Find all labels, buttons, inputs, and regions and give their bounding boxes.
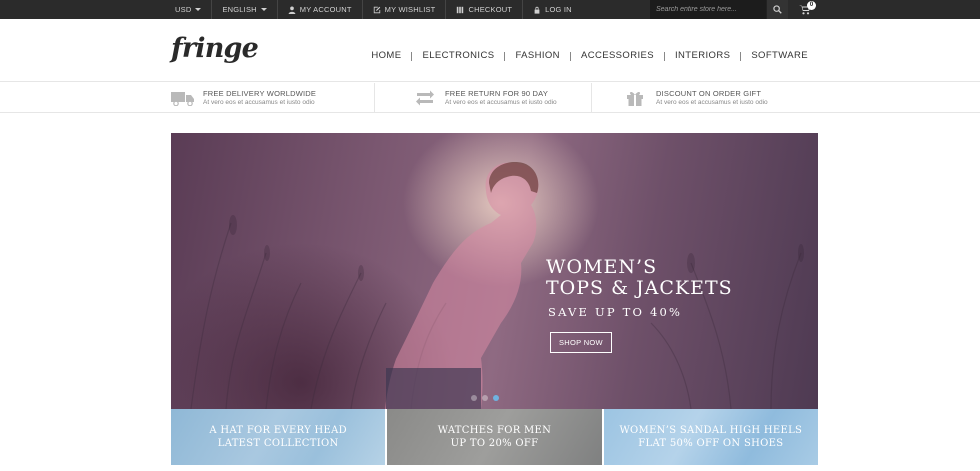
feature-subtitle: At vero eos et accusamus et iusto odio (445, 99, 557, 106)
top-bar-inner: USD ENGLISH MY ACCOUNT MY WISHLIST CHECK… (171, 0, 818, 19)
site-logo[interactable]: fringe (171, 35, 259, 62)
promo-subtitle: UP TO 20% OFF (450, 438, 539, 449)
hero-title-line1: WOMEN’S (546, 256, 658, 278)
feature-divider (374, 83, 375, 113)
feature-discount-gift: DISCOUNT ON ORDER GIFT At vero eos et ac… (624, 83, 768, 113)
search-icon (773, 5, 782, 14)
slider-dot[interactable] (471, 395, 477, 401)
hero-title-line2: TOPS & JACKETS (546, 277, 733, 299)
feature-divider (591, 83, 592, 113)
nav-electronics[interactable]: ELECTRONICS (412, 50, 504, 62)
truck-icon (171, 92, 194, 106)
my-account-link[interactable]: MY ACCOUNT (278, 0, 363, 19)
feature-title: FREE RETURN FOR 90 DAY (445, 89, 549, 98)
features-strip: FREE DELIVERY WORLDWIDE At vero eos et a… (0, 83, 980, 113)
feature-text: FREE RETURN FOR 90 DAY At vero eos et ac… (445, 89, 557, 107)
my-wishlist-label: MY WISHLIST (384, 5, 436, 14)
user-icon (288, 6, 296, 14)
nav-software[interactable]: SOFTWARE (741, 50, 808, 62)
promo-subtitle: LATEST COLLECTION (217, 438, 339, 449)
cart-count-badge: 0 (807, 1, 816, 10)
gift-icon (627, 91, 643, 106)
lock-icon (534, 6, 540, 14)
language-selector[interactable]: ENGLISH (212, 0, 278, 19)
top-bar: USD ENGLISH MY ACCOUNT MY WISHLIST CHECK… (0, 0, 980, 19)
promo-banner-hats[interactable]: A HAT FOR EVERY HEAD LATEST COLLECTION (171, 409, 386, 465)
hero-caption: WOMEN’S TOPS & JACKETS SAVE UP TO 40% SH… (546, 257, 733, 353)
feature-subtitle: At vero eos et accusamus et iusto odio (656, 99, 768, 106)
my-account-label: MY ACCOUNT (299, 5, 352, 14)
return-icon (416, 90, 434, 106)
nav-interiors[interactable]: INTERIORS (665, 50, 740, 62)
login-link[interactable]: LOG IN (523, 0, 582, 19)
search-box (650, 0, 788, 19)
feature-subtitle: At vero eos et accusamus et iusto odio (203, 99, 315, 106)
promo-title: A HAT FOR EVERY HEAD (209, 425, 347, 436)
promo-title: WATCHES FOR MEN (437, 425, 552, 436)
language-label: ENGLISH (222, 5, 257, 14)
chevron-down-icon (195, 8, 202, 11)
site-header: fringe HOME ELECTRONICS FASHION ACCESSOR… (0, 19, 980, 82)
cart-button[interactable]: 0 (791, 0, 818, 19)
search-button[interactable] (766, 0, 788, 19)
edit-icon (373, 6, 380, 13)
my-wishlist-link[interactable]: MY WISHLIST (363, 0, 447, 19)
nav-fashion[interactable]: FASHION (505, 50, 570, 62)
feature-text: DISCOUNT ON ORDER GIFT At vero eos et ac… (656, 89, 768, 107)
feature-title: DISCOUNT ON ORDER GIFT (656, 89, 762, 98)
promo-title: WOMEN’S SANDAL HIGH HEELS (619, 425, 803, 436)
promo-subtitle: FLAT 50% OFF ON SHOES (638, 438, 784, 449)
currency-label: USD (175, 5, 192, 14)
slider-pagination (471, 395, 499, 401)
feature-free-delivery: FREE DELIVERY WORLDWIDE At vero eos et a… (171, 83, 316, 113)
main-nav: HOME ELECTRONICS FASHION ACCESSORIES INT… (361, 50, 808, 62)
chevron-down-icon (260, 8, 267, 11)
slider-dot[interactable] (482, 395, 488, 401)
nav-home[interactable]: HOME (361, 50, 411, 62)
promo-banner-watches[interactable]: WATCHES FOR MEN UP TO 20% OFF (387, 409, 602, 465)
promo-banner-sandals[interactable]: WOMEN’S SANDAL HIGH HEELS FLAT 50% OFF O… (603, 409, 818, 465)
shop-now-button[interactable]: SHOP NOW (550, 332, 612, 353)
checkout-label: CHECKOUT (468, 5, 513, 14)
search-input[interactable] (650, 0, 766, 19)
promo-banners: A HAT FOR EVERY HEAD LATEST COLLECTION W… (171, 409, 818, 465)
nav-accessories[interactable]: ACCESSORIES (571, 50, 664, 62)
checkout-icon (457, 6, 464, 13)
feature-free-return: FREE RETURN FOR 90 DAY At vero eos et ac… (413, 83, 557, 113)
hero-slider[interactable]: WOMEN’S TOPS & JACKETS SAVE UP TO 40% SH… (171, 133, 818, 409)
login-label: LOG IN (545, 5, 572, 14)
slider-dot-active[interactable] (493, 395, 499, 401)
feature-title: FREE DELIVERY WORLDWIDE (203, 89, 317, 98)
checkout-link[interactable]: CHECKOUT (446, 0, 524, 19)
hero-subtitle: SAVE UP TO 40% (548, 305, 683, 319)
feature-text: FREE DELIVERY WORLDWIDE At vero eos et a… (203, 89, 316, 107)
currency-selector[interactable]: USD (171, 0, 213, 19)
